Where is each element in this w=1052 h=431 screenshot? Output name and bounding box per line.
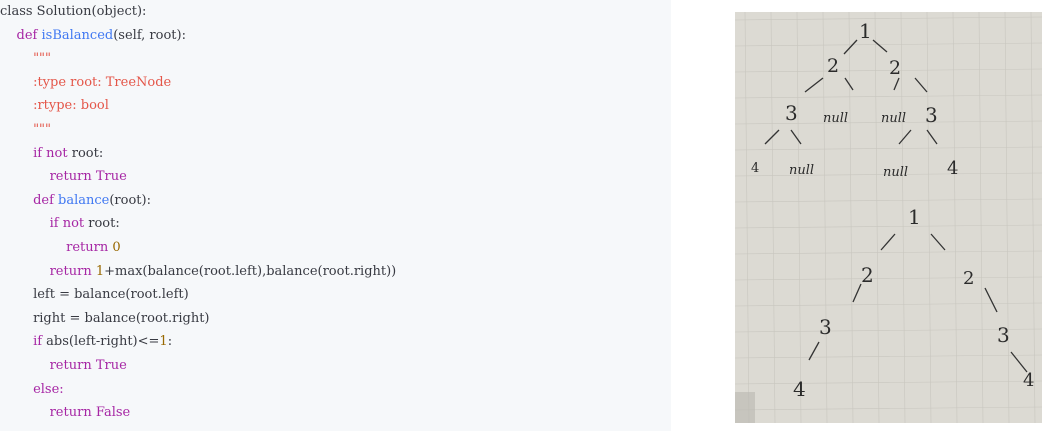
- code-token: """: [33, 122, 52, 137]
- tree-labels: 1 2 2 3 null null 3 4 null null 4 1 2 2 …: [751, 19, 1034, 401]
- code-token: balance: [58, 192, 110, 208]
- node-label: null: [883, 165, 908, 180]
- node-label: 4: [1023, 370, 1034, 391]
- photo-canvas: 1 2 2 3 null null 3 4 null null 4 1 2 2 …: [735, 12, 1042, 423]
- code-token: root:: [71, 145, 104, 161]
- code-token: left = balance(root.left): [33, 287, 189, 303]
- upper-tree-edges: [764, 39, 938, 145]
- code-token: def: [33, 192, 59, 208]
- lower-tree-edges: [808, 233, 1028, 373]
- code-line: def isBalanced(self, root):: [0, 26, 186, 46]
- node-label: 3: [925, 103, 938, 127]
- code-line: return True: [0, 356, 127, 376]
- code-token: if not: [49, 216, 89, 232]
- code-token: (self, root):: [113, 27, 186, 43]
- code-token: return True: [49, 358, 127, 373]
- code-line: return 1+max(balance(root.left),balance(…: [0, 262, 397, 282]
- node-label: null: [789, 163, 814, 178]
- code-line: else:: [0, 380, 64, 400]
- code-panel: class Solution(object): def isBalanced(s…: [0, 0, 671, 431]
- code-token: right = balance(root.right): [33, 310, 210, 326]
- node-label: 4: [751, 161, 759, 176]
- code-token: return True: [49, 169, 127, 185]
- code-line: """: [0, 120, 51, 140]
- code-line: return True: [0, 167, 127, 187]
- code-token: :: [167, 334, 173, 350]
- node-label: 3: [785, 101, 798, 125]
- code-token: 1: [95, 263, 105, 279]
- code-token: root:: [88, 216, 120, 232]
- code-token: else:: [33, 381, 64, 397]
- code-token: +max(balance(root.left),balance(root.rig…: [104, 263, 397, 279]
- code-line: right = balance(root.right): [0, 309, 210, 329]
- code-token: """: [33, 51, 52, 67]
- node-label: 4: [793, 377, 806, 401]
- code-token: return: [49, 263, 96, 279]
- code-token: :type root: TreeNode: [33, 74, 172, 90]
- node-label: 2: [889, 57, 901, 79]
- code-line: return 0: [0, 238, 121, 258]
- code-line: :type root: TreeNode: [0, 73, 171, 93]
- code-token: return False: [49, 405, 131, 421]
- code-token: if not: [33, 145, 72, 161]
- node-label: 4: [947, 158, 958, 179]
- code-token: :rtype: bool: [33, 98, 109, 114]
- code-token: if: [33, 334, 47, 350]
- node-label: 2: [861, 263, 874, 287]
- code-line: def balance(root):: [0, 191, 151, 211]
- code-token: return: [66, 240, 113, 255]
- node-label: null: [823, 111, 848, 126]
- code-token: class Solution(object):: [0, 4, 147, 19]
- node-label: 3: [819, 315, 832, 339]
- code-token: 0: [112, 240, 121, 255]
- code-token: (root):: [109, 192, 151, 208]
- code-line: left = balance(root.left): [0, 285, 189, 305]
- code-token: def: [16, 27, 42, 43]
- code-line: """: [0, 49, 51, 69]
- node-label: 3: [997, 323, 1010, 347]
- code-token: 1: [159, 334, 168, 350]
- code-token: isBalanced: [41, 27, 114, 43]
- node-label: 2: [963, 268, 974, 289]
- node-label: null: [881, 111, 906, 126]
- code-line: return False: [0, 403, 131, 423]
- code-line: if not root:: [0, 214, 120, 234]
- code-line: if abs(left-right)<=1:: [0, 332, 172, 352]
- node-label: 2: [827, 55, 839, 77]
- code-line: if not root:: [0, 144, 103, 164]
- node-label: 1: [859, 19, 872, 43]
- code-line: class Solution(object):: [0, 2, 146, 22]
- handwritten-tree-photo: 1 2 2 3 null null 3 4 null null 4 1 2 2 …: [735, 12, 1042, 423]
- code-line: :rtype: bool: [0, 96, 109, 116]
- code-token: abs(left-right)<=: [46, 334, 160, 350]
- node-label: 1: [908, 205, 921, 229]
